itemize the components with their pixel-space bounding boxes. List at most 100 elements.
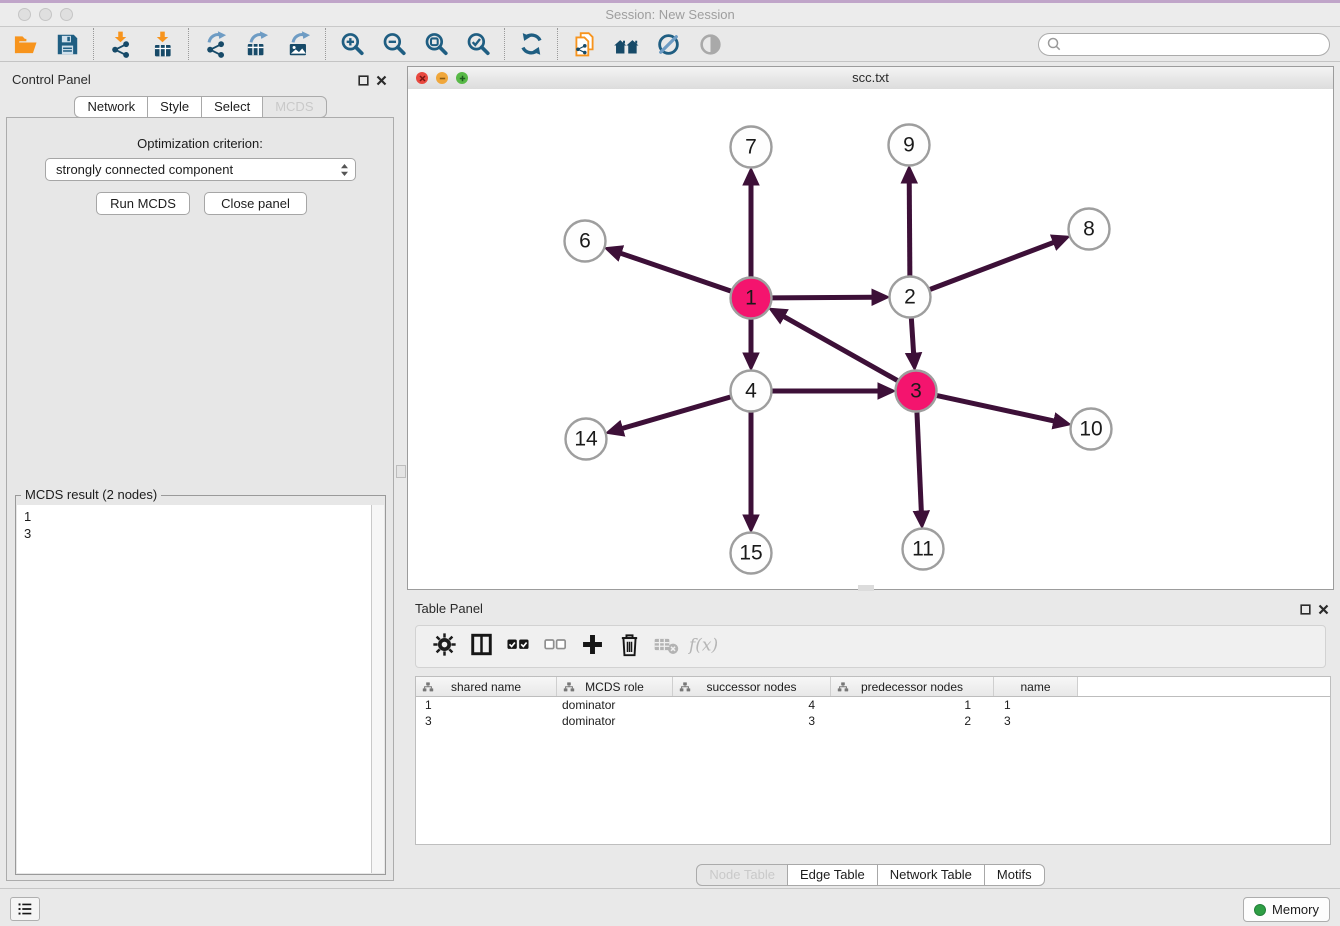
graph-node-11[interactable]: 11 xyxy=(903,529,944,570)
network-graph[interactable]: 7 9 6 8 1 2 4 3 14 10 15 11 xyxy=(408,89,1333,590)
float-panel-icon[interactable] xyxy=(356,73,370,87)
toolbar-button-zoom-selected[interactable] xyxy=(457,27,499,61)
memory-label: Memory xyxy=(1272,902,1319,917)
run-mcds-button[interactable]: Run MCDS xyxy=(96,192,190,215)
memory-status-icon xyxy=(1254,904,1266,916)
column-header-mcds-role[interactable]: MCDS role xyxy=(557,677,673,696)
criterion-select-value: strongly connected component xyxy=(56,162,233,177)
search-input[interactable] xyxy=(1065,34,1329,54)
table-cell: 1 xyxy=(831,698,994,712)
criterion-select[interactable]: strongly connected component xyxy=(45,158,356,181)
edge-4-14[interactable] xyxy=(622,397,730,429)
table-toolbar-checked-boxes-button[interactable] xyxy=(500,630,537,664)
toolbar-button-zoom-out[interactable] xyxy=(373,27,415,61)
edge-3-1[interactable] xyxy=(784,316,898,380)
toolbar-button-open-file[interactable] xyxy=(4,27,46,61)
toolbar-button-export-table[interactable] xyxy=(236,27,278,61)
graph-node-8[interactable]: 8 xyxy=(1069,209,1110,250)
split-columns-icon xyxy=(468,631,495,663)
result-scrollbar[interactable] xyxy=(371,505,384,873)
memory-button[interactable]: Memory xyxy=(1243,897,1330,922)
table-toolbar-unchecked-boxes-button[interactable] xyxy=(537,630,574,664)
toolbar-button-zoom-fit[interactable] xyxy=(415,27,457,61)
horizontal-splitter-grip[interactable] xyxy=(858,585,874,591)
tab-network[interactable]: Network xyxy=(74,96,148,118)
close-table-panel-icon[interactable] xyxy=(1316,602,1330,616)
table-row[interactable]: 3dominator323 xyxy=(416,713,1330,729)
export-table-icon xyxy=(244,31,271,58)
window-titlebar[interactable]: Session: New Session xyxy=(0,3,1340,27)
graph-node-1[interactable]: 1 xyxy=(731,278,772,319)
trash-icon xyxy=(616,631,643,663)
close-panel-button[interactable]: Close panel xyxy=(204,192,307,215)
float-table-panel-icon[interactable] xyxy=(1298,602,1312,616)
table-toolbar-trash-button[interactable] xyxy=(611,630,648,664)
table-cell: 1 xyxy=(994,698,1078,712)
toolbar-button-clone-network[interactable] xyxy=(563,27,605,61)
toolbar-button-refresh[interactable] xyxy=(510,27,552,61)
table-body: 1dominator4113dominator323 xyxy=(416,697,1330,729)
graph-node-3[interactable]: 3 xyxy=(896,371,937,412)
tab-edge-table[interactable]: Edge Table xyxy=(787,864,878,886)
graph-node-4[interactable]: 4 xyxy=(731,371,772,412)
graph-node-14[interactable]: 14 xyxy=(566,419,607,460)
graph-node-7[interactable]: 7 xyxy=(731,127,772,168)
table-toolbar-add-row-button[interactable] xyxy=(574,630,611,664)
tab-node-table[interactable]: Node Table xyxy=(696,864,788,886)
edge-1-6[interactable] xyxy=(620,253,730,291)
toolbar-button-zoom-in[interactable] xyxy=(331,27,373,61)
tab-motifs[interactable]: Motifs xyxy=(984,864,1045,886)
edge-3-11[interactable] xyxy=(917,412,921,511)
column-header-shared-name[interactable]: shared name xyxy=(416,677,557,696)
toolbar-button-export-image[interactable] xyxy=(278,27,320,61)
window-title: Session: New Session xyxy=(0,3,1340,26)
table-cell: 3 xyxy=(994,714,1078,728)
tab-mcds[interactable]: MCDS xyxy=(262,96,326,118)
toolbar-button-houses[interactable] xyxy=(605,27,647,61)
toolbar-button-half-eye[interactable] xyxy=(689,27,731,61)
vertical-splitter-grip[interactable] xyxy=(396,465,406,478)
table-toolbar-split-columns-button[interactable] xyxy=(463,630,500,664)
network-window-title: scc.txt xyxy=(408,67,1333,89)
column-header-predecessor-nodes[interactable]: predecessor nodes xyxy=(831,677,994,696)
network-window-titlebar[interactable]: scc.txt xyxy=(408,67,1333,90)
column-header-successor-nodes[interactable]: successor nodes xyxy=(673,677,831,696)
node-table[interactable]: shared name MCDS role successor nodesprede… xyxy=(415,676,1331,845)
edge-2-3[interactable] xyxy=(911,318,913,353)
graph-node-2[interactable]: 2 xyxy=(890,277,931,318)
column-label: MCDS role xyxy=(585,680,644,694)
select-stepper-icon xyxy=(340,163,349,177)
column-header-name[interactable]: name xyxy=(994,677,1078,696)
edge-1-2[interactable] xyxy=(772,297,872,298)
graph-node-10[interactable]: 10 xyxy=(1071,409,1112,450)
toolbar-button-export-network[interactable] xyxy=(194,27,236,61)
control-panel-tabs: NetworkStyleSelectMCDS xyxy=(0,96,401,118)
search-box[interactable] xyxy=(1038,33,1330,56)
graph-node-15[interactable]: 15 xyxy=(731,533,772,574)
edge-3-10[interactable] xyxy=(937,396,1054,421)
mcds-result-textarea[interactable]: 1 3 xyxy=(17,505,371,873)
task-history-button[interactable] xyxy=(10,897,40,921)
table-toolbar-gear-button[interactable] xyxy=(426,630,463,664)
open-file-icon xyxy=(12,31,39,58)
tab-select[interactable]: Select xyxy=(201,96,263,118)
network-canvas[interactable]: 7 9 6 8 1 2 4 3 14 10 15 11 xyxy=(408,89,1333,589)
edge-2-9[interactable] xyxy=(909,182,910,275)
toolbar-button-slashed-eye[interactable] xyxy=(647,27,689,61)
close-panel-icon[interactable] xyxy=(374,73,388,87)
toolbar-button-import-network[interactable] xyxy=(99,27,141,61)
toolbar-button-save[interactable] xyxy=(46,27,88,61)
node-label: 15 xyxy=(739,542,762,565)
table-row[interactable]: 1dominator411 xyxy=(416,697,1330,713)
edge-2-8[interactable] xyxy=(930,242,1054,289)
main-toolbar xyxy=(0,27,1340,62)
graph-node-9[interactable]: 9 xyxy=(889,125,930,166)
zoom-in-icon xyxy=(339,31,366,58)
houses-icon xyxy=(613,31,640,58)
graph-node-6[interactable]: 6 xyxy=(565,221,606,262)
toolbar-button-import-table[interactable] xyxy=(141,27,183,61)
tab-network-table[interactable]: Network Table xyxy=(877,864,985,886)
export-network-icon xyxy=(202,31,229,58)
control-panel-title: Control Panel xyxy=(12,72,91,87)
tab-style[interactable]: Style xyxy=(147,96,202,118)
